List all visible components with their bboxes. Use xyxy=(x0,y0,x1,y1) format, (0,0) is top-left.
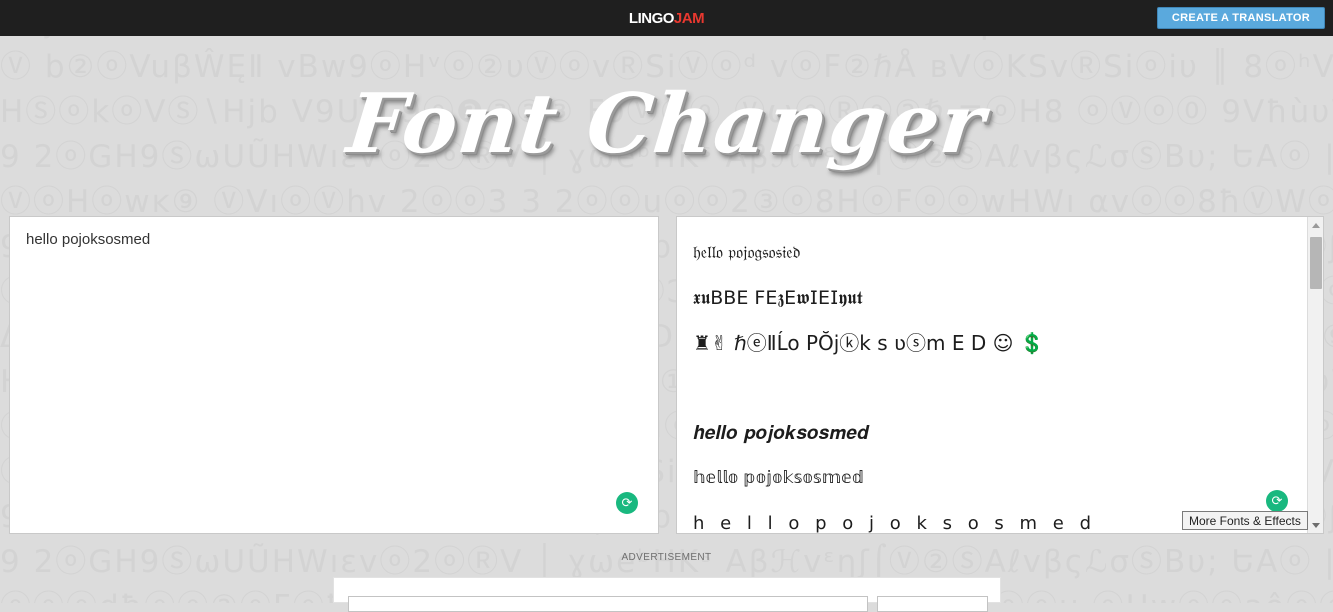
bg-row: HⓈⓞkⓞVⓈ∖Hjb V9Uω 9ⓞ❷③②③ FυⓋ①ⓞ ⓋωⓞⓇⓞ②ℏ ≡ⓞ… xyxy=(0,90,1333,135)
bg-row: Ⓥ b②ⓞVuβŴĘⅡ vBw9ⓞHᵛⓞ②υⓋⓞvⓇSiⓋⓞᵈ vⓞF②ℏÅ ʙ… xyxy=(0,45,1333,90)
output-refresh-button[interactable]: ⟳ xyxy=(1266,490,1288,512)
lingojam-logo[interactable]: LINGO JAM xyxy=(0,0,1333,36)
output-line-script-bold[interactable]: 𝒽𝒺𝓁𝓁𝓄 𝓅𝓄𝒿𝓄𝓀𝓈𝓄𝓈𝓂𝒺𝒹 xyxy=(693,366,1299,411)
logo-text-jam: JAM xyxy=(674,10,704,27)
output-list: 𝔥𝔢𝔩𝔩𝔬 𝔭𝔬𝔧𝔬𝔤𝔰𝔬𝔰𝔦𝔢𝔡 𝖝𝖚𝖡𝖡𝖤 𝖥𝖤𝖟𝖤𝖜𝖨𝖤𝖨𝖞𝖚𝖙 ♜✌ ℏ… xyxy=(677,217,1309,533)
ad-slot-main[interactable] xyxy=(348,596,868,612)
output-scrollbar[interactable] xyxy=(1307,217,1323,533)
create-translator-button[interactable]: CREATE A TRANSLATOR xyxy=(1157,7,1325,29)
output-line-fraktur-bold[interactable]: 𝖝𝖚𝖡𝖡𝖤 𝖥𝖤𝖟𝖤𝖜𝖨𝖤𝖨𝖞𝖚𝖙 xyxy=(693,276,1299,321)
output-line-double-struck[interactable]: 𝕙𝕖𝕝𝕝𝕠 𝕡𝕠𝕛𝕠𝕜𝕤𝕠𝕤𝕞𝕖𝕕 xyxy=(693,456,1299,501)
output-line-fraktur[interactable]: 𝔥𝔢𝔩𝔩𝔬 𝔭𝔬𝔧𝔬𝔤𝔰𝔬𝔰𝔦𝔢𝔡 xyxy=(693,231,1299,276)
scrollbar-thumb[interactable] xyxy=(1310,237,1322,289)
refresh-arrow-icon: ⟳ xyxy=(616,492,638,514)
chevron-down-icon xyxy=(1312,523,1320,528)
input-panel[interactable]: hello pojoksosmed xyxy=(9,216,659,534)
advertisement-container xyxy=(333,577,1001,603)
chevron-up-icon xyxy=(1312,223,1320,228)
scrollbar-up-button[interactable] xyxy=(1308,217,1324,233)
bg-row: 9 2ⓞGH9ⓈωUŨHWıεvⓞ2ⓞⓇV │ ɣωeᵇHKˢ Aβℋᴠᵋηʃ⌠… xyxy=(0,135,1333,180)
output-panel[interactable]: 𝔥𝔢𝔩𝔩𝔬 𝔭𝔬𝔧𝔬𝔤𝔰𝔬𝔰𝔦𝔢𝔡 𝖝𝖚𝖡𝖡𝖤 𝖥𝖤𝖟𝖤𝖜𝖨𝖤𝖨𝖞𝖚𝖙 ♜✌ ℏ… xyxy=(676,216,1324,534)
logo-text-lingo: LINGO xyxy=(629,10,674,27)
top-navbar: LINGO JAM CREATE A TRANSLATOR xyxy=(0,0,1333,36)
refresh-arrow-icon: ⟳ xyxy=(1266,490,1288,512)
output-line-mixed-symbols[interactable]: ♜✌ ℏⓔⅡĹo PŎjⓚk s ʋⓢm E D ☺ 💲 xyxy=(693,321,1299,366)
source-text-input[interactable]: hello pojoksosmed xyxy=(26,231,636,248)
input-refresh-button[interactable]: ⟳ xyxy=(616,492,638,514)
more-fonts-effects-button[interactable]: More Fonts & Effects xyxy=(1182,511,1308,530)
ad-slot-side[interactable] xyxy=(877,596,988,612)
scrollbar-down-button[interactable] xyxy=(1308,517,1324,533)
output-line-script[interactable]: 𝒉𝒆𝒍𝒍𝒐 𝒑𝒐𝒋𝒐𝒌𝒔𝒐𝒔𝒎𝒆𝒅 xyxy=(693,411,1299,456)
advertisement-label: ADVERTISEMENT xyxy=(0,552,1333,563)
